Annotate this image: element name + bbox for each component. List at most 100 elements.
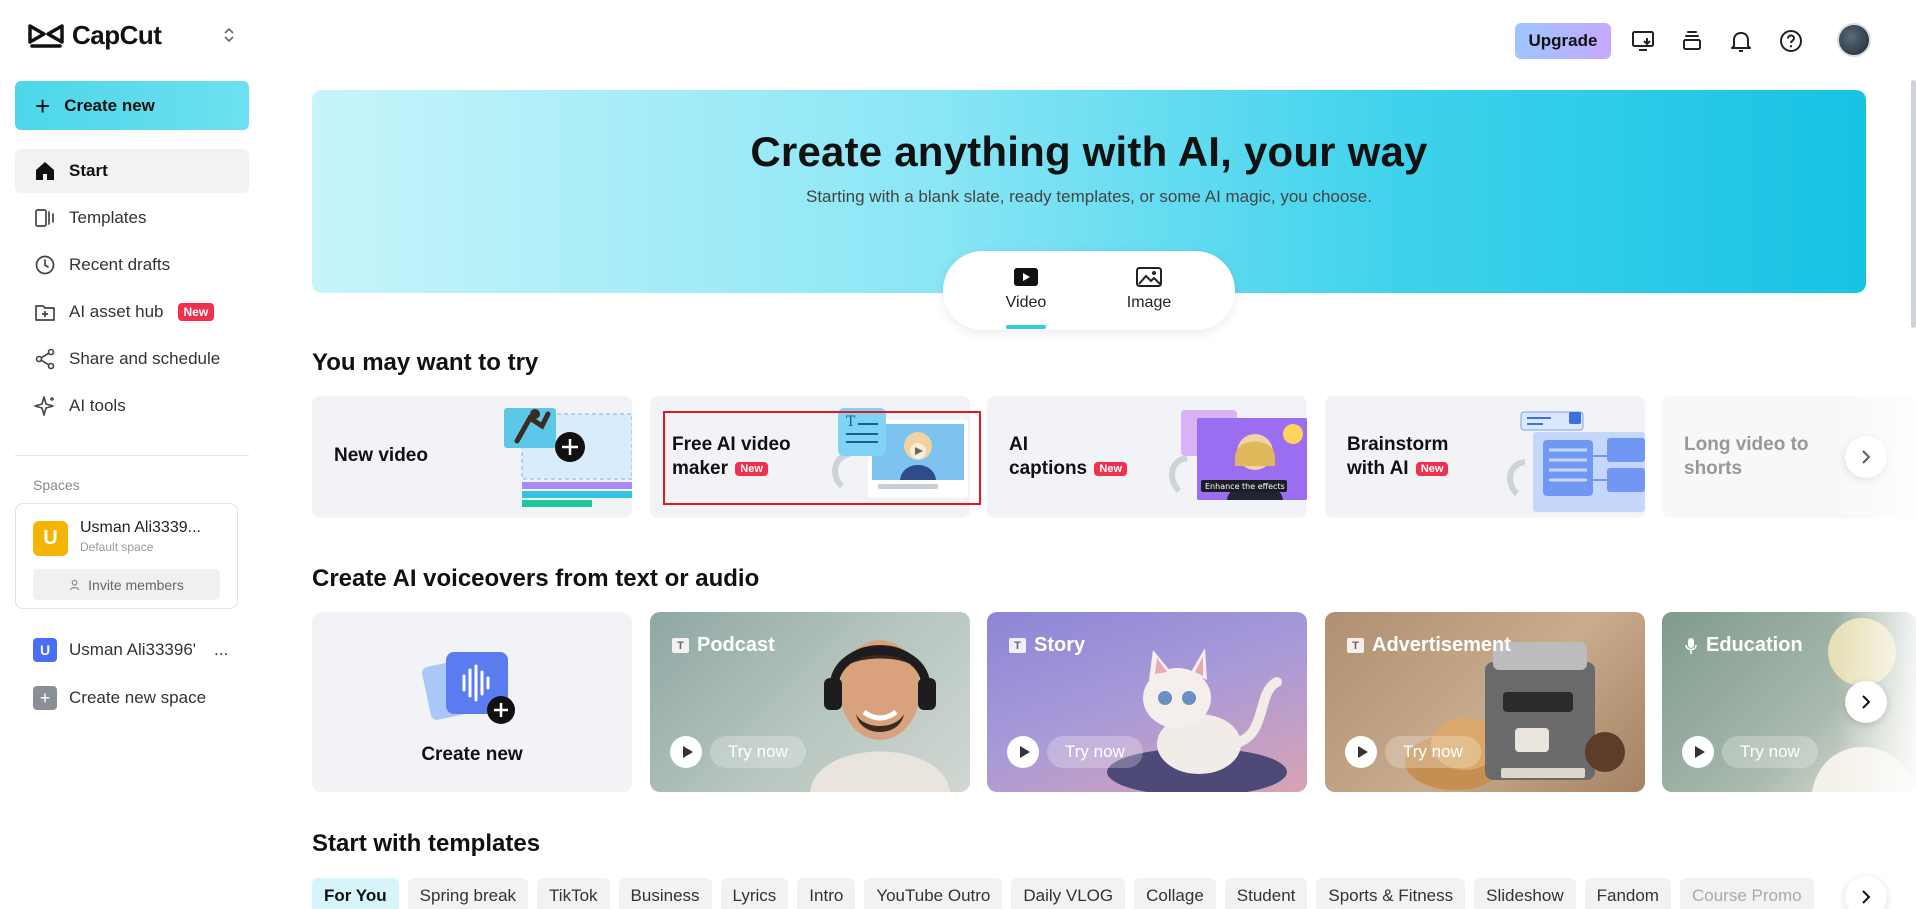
- card-label-group: AI captions New: [1009, 433, 1128, 481]
- chip-business[interactable]: Business: [618, 878, 712, 909]
- upgrade-button[interactable]: Upgrade: [1515, 23, 1611, 59]
- more-icon[interactable]: ...: [214, 640, 228, 660]
- voiceover-create-new-card[interactable]: Create new: [312, 612, 632, 792]
- capcut-logo[interactable]: CapCut: [28, 20, 162, 51]
- sidebar-item-ai-tools[interactable]: AI tools: [15, 384, 249, 428]
- chip-student[interactable]: Student: [1224, 878, 1308, 909]
- chip-daily-vlog[interactable]: Daily VLOG: [1011, 878, 1126, 909]
- space-avatar: U: [33, 521, 68, 556]
- sidebar-item-templates[interactable]: Templates: [15, 196, 249, 240]
- chip-fandom[interactable]: Fandom: [1584, 878, 1671, 909]
- brainstorm-with-ai-card[interactable]: Brainstorm with AI New: [1325, 396, 1645, 518]
- advertisement-card[interactable]: T Advertisement Try now: [1325, 612, 1645, 792]
- play-icon: [1682, 736, 1714, 768]
- page-scrollbar[interactable]: [1911, 80, 1916, 328]
- tab-video[interactable]: Video: [981, 265, 1071, 329]
- try-now-control[interactable]: Try now: [670, 736, 806, 768]
- create-new-button[interactable]: + Create new: [15, 81, 249, 130]
- sidebar-item-start[interactable]: Start: [15, 149, 249, 193]
- folder-plus-icon: [35, 305, 55, 321]
- ai-captions-card[interactable]: AI captions New Enhance the effects: [987, 396, 1307, 518]
- clock-icon: [35, 255, 55, 275]
- sidebar-item-label: Start: [69, 161, 108, 180]
- chip-for-you[interactable]: For You: [312, 878, 399, 909]
- home-icon: [36, 162, 54, 180]
- section-title-try: You may want to try: [312, 349, 539, 376]
- tab-label: Video: [1005, 294, 1047, 311]
- play-icon: [1007, 736, 1039, 768]
- space-item-usman[interactable]: U Usman Ali33396' ...: [33, 638, 228, 662]
- vo-card-title: T Story: [1009, 634, 1085, 657]
- brainstorm-illustration: [1507, 411, 1645, 512]
- chip-youtube-outro[interactable]: YouTube Outro: [864, 878, 1003, 909]
- sidebar-nav: Start Templates Recent drafts AI asset h…: [15, 149, 249, 431]
- space-card[interactable]: U Usman Ali3339... Default space Invite …: [15, 503, 238, 609]
- space-name: Usman Ali3339...: [80, 519, 201, 536]
- svg-text:T: T: [846, 414, 856, 430]
- user-avatar[interactable]: [1837, 23, 1871, 57]
- tab-label: Image: [1126, 294, 1172, 311]
- vo-card-title-text: Education: [1706, 634, 1803, 656]
- new-video-card[interactable]: New video: [312, 396, 632, 518]
- chip-intro[interactable]: Intro: [797, 878, 856, 909]
- new-badge: New: [1094, 462, 1128, 476]
- try-now-label: Try now: [1722, 736, 1818, 768]
- sidebar-item-label: AI tools: [69, 396, 126, 415]
- sidebar-item-share-and-schedule[interactable]: Share and schedule: [15, 337, 249, 381]
- chip-lyrics[interactable]: Lyrics: [720, 878, 789, 909]
- chevron-right-icon: [1862, 450, 1871, 464]
- ai-captions-illustration: Enhance the effects: [1169, 410, 1307, 500]
- card-label-line1: AI: [1009, 434, 1028, 455]
- card-label-group: Brainstorm with AI New: [1347, 433, 1449, 481]
- help-icon[interactable]: [1776, 26, 1806, 56]
- bell-icon[interactable]: [1726, 26, 1756, 56]
- sidebar-item-recent-drafts[interactable]: Recent drafts: [15, 243, 249, 287]
- active-tab-indicator: [1006, 325, 1046, 329]
- image-icon: [1136, 267, 1162, 287]
- templates-next-arrow[interactable]: [1845, 876, 1887, 909]
- chevron-right-icon: [1862, 695, 1871, 709]
- text-icon: T: [1347, 638, 1364, 653]
- card-label: New video: [334, 445, 428, 466]
- section-title-voiceovers: Create AI voiceovers from text or audio: [312, 565, 760, 592]
- story-card[interactable]: T Story Try now: [987, 612, 1307, 792]
- capcut-app: CapCut + Create new Start Templates Rece…: [0, 0, 1916, 909]
- vo-card-title: Education: [1684, 634, 1803, 657]
- try-next-arrow[interactable]: [1845, 436, 1887, 478]
- mode-switch: Video Image: [943, 251, 1235, 330]
- chevron-updown-icon[interactable]: [222, 26, 236, 47]
- ai-video-maker-illustration: T: [832, 408, 968, 498]
- plus-icon: +: [35, 90, 51, 121]
- try-now-control[interactable]: Try now: [1007, 736, 1143, 768]
- podcast-card[interactable]: T Podcast Try now: [650, 612, 970, 792]
- chip-sports-fitness[interactable]: Sports & Fitness: [1316, 878, 1466, 909]
- stack-icon[interactable]: [1677, 26, 1707, 56]
- sidebar-divider: [15, 455, 249, 456]
- try-now-control[interactable]: Try now: [1345, 736, 1481, 768]
- chip-tiktok[interactable]: TikTok: [537, 878, 610, 909]
- chip-spring-break[interactable]: Spring break: [407, 878, 529, 909]
- play-icon: [670, 736, 702, 768]
- sidebar-item-ai-asset-hub[interactable]: AI asset hub New: [15, 290, 249, 334]
- user-plus-icon: [69, 579, 80, 591]
- create-new-space-button[interactable]: + Create new space: [33, 686, 206, 710]
- card-label-group: Free AI video maker New: [672, 433, 791, 481]
- invite-members-label: Invite members: [88, 576, 184, 593]
- story-cat-illustration: [1107, 648, 1287, 792]
- chip-course-promo[interactable]: Course Promo: [1679, 878, 1814, 909]
- vo-card-title-text: Story: [1034, 634, 1086, 656]
- free-ai-video-maker-card[interactable]: Free AI video maker New T: [650, 396, 970, 518]
- invite-members-button[interactable]: Invite members: [33, 569, 220, 600]
- voiceover-next-arrow[interactable]: [1845, 681, 1887, 723]
- new-video-illustration: [504, 408, 632, 507]
- sidebar-item-label: AI asset hub: [69, 302, 164, 321]
- desktop-download-icon[interactable]: [1628, 26, 1658, 56]
- app-name: CapCut: [72, 20, 162, 50]
- tab-image[interactable]: Image: [1104, 265, 1194, 312]
- try-now-control[interactable]: Try now: [1682, 736, 1818, 768]
- chevron-right-icon: [1862, 890, 1871, 904]
- new-badge: New: [1415, 462, 1449, 476]
- chip-collage[interactable]: Collage: [1134, 878, 1216, 909]
- chip-slideshow[interactable]: Slideshow: [1474, 878, 1576, 909]
- sparkle-icon: [34, 396, 54, 416]
